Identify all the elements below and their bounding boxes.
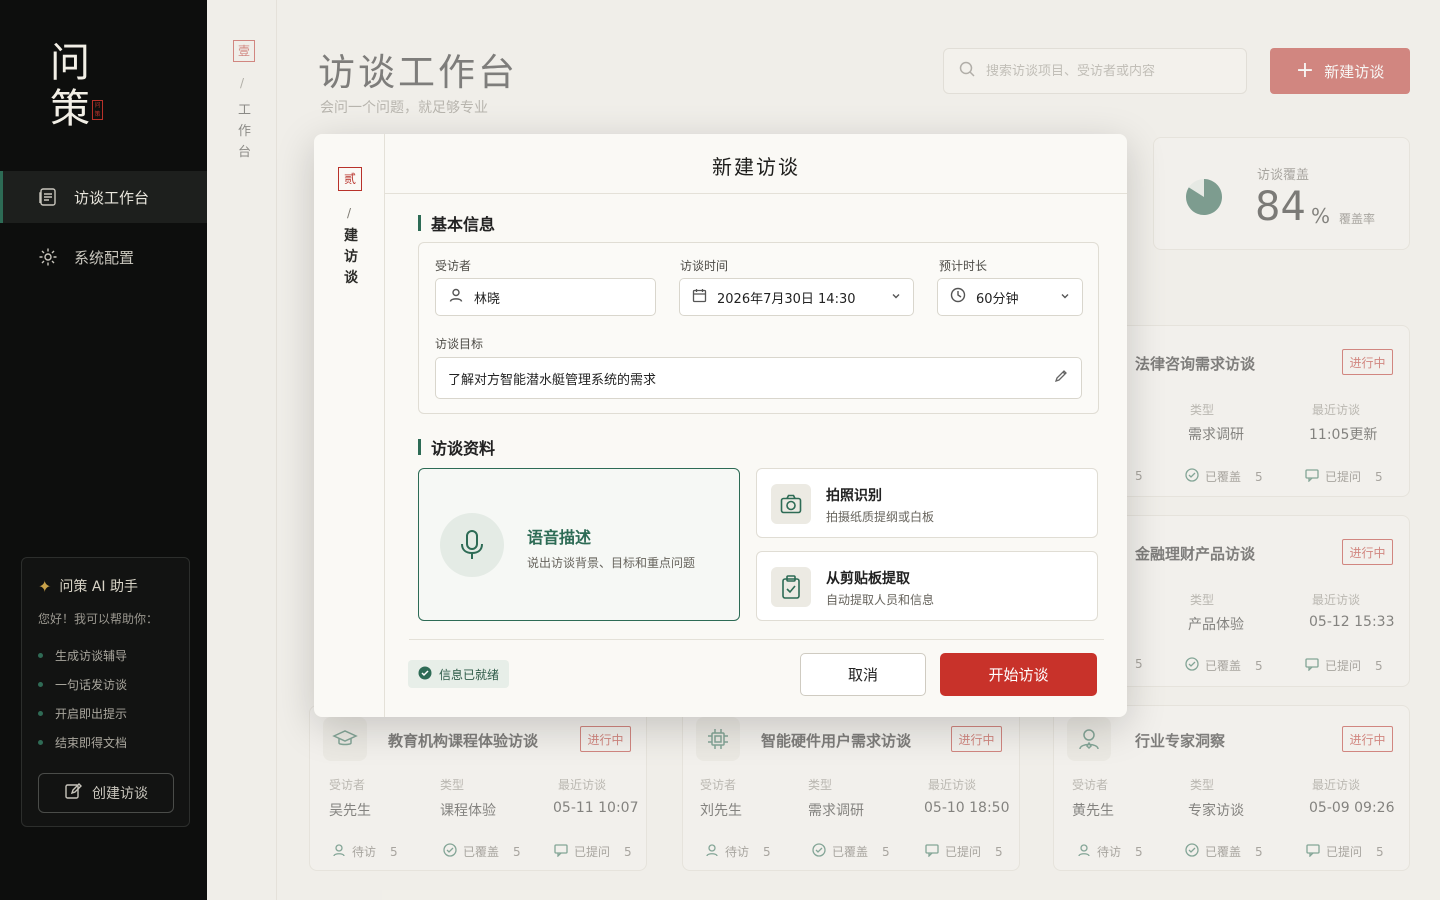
dialog-rail: 贰 / 建访谈 bbox=[314, 134, 385, 717]
photo-option-title: 拍照识别 bbox=[826, 488, 882, 504]
sidebar-item-label: 系统配置 bbox=[74, 248, 135, 267]
sidebar: 问 策 问策 访谈工作台 系统配置 ✦ 问策 AI 助手 您好！我可以帮助你： … bbox=[0, 0, 207, 900]
clipboard-extract-option[interactable]: 从剪贴板提取 自动提取人员和信息 bbox=[756, 551, 1098, 621]
microphone-icon bbox=[440, 513, 504, 577]
document-icon bbox=[38, 187, 58, 207]
brand-logo: 问 策 bbox=[50, 40, 90, 132]
voice-input-option[interactable]: 语音描述 说出访谈背景、目标和重点问题 bbox=[418, 468, 740, 621]
photo-option-desc: 拍摄纸质提纲或白板 bbox=[826, 510, 935, 524]
duration-select[interactable]: 60分钟 bbox=[937, 278, 1083, 316]
voice-option-desc: 说出访谈背景、目标和重点问题 bbox=[527, 556, 696, 570]
gear-icon bbox=[38, 247, 58, 267]
dialog-rail-slash: / bbox=[347, 206, 352, 220]
ai-assistant-title: ✦ 问策 AI 助手 bbox=[38, 576, 173, 596]
camera-icon bbox=[771, 484, 811, 524]
start-interview-button[interactable]: 开始访谈 bbox=[940, 653, 1097, 696]
duration-label: 预计时长 bbox=[939, 259, 988, 273]
logo-char-1: 问 bbox=[50, 40, 90, 86]
clipboard-option-desc: 自动提取人员和信息 bbox=[826, 593, 935, 607]
interviewee-value: 林晓 bbox=[474, 291, 501, 307]
chevron-down-icon bbox=[1060, 290, 1070, 305]
goal-input[interactable]: 了解对方智能潜水艇管理系统的需求 bbox=[435, 357, 1082, 399]
user-icon bbox=[448, 287, 464, 307]
dialog-header: 新建访谈 bbox=[385, 134, 1127, 194]
ai-feature: 结束即得文档 bbox=[38, 728, 173, 757]
goal-value: 了解对方智能潜水艇管理系统的需求 bbox=[448, 372, 657, 388]
ready-status-badge: 信息已就绪 bbox=[408, 660, 510, 688]
time-picker[interactable]: 2026年7月30日 14:30 bbox=[679, 278, 914, 316]
sidebar-item-workbench[interactable]: 访谈工作台 bbox=[0, 171, 207, 223]
clipboard-icon bbox=[771, 567, 811, 607]
section-materials: 访谈资料 bbox=[418, 435, 495, 459]
logo-seal: 问策 bbox=[92, 100, 103, 120]
basic-info-panel: 受访者 林晓 访谈时间 2026年7月30日 14:30 预计时长 60分钟 访… bbox=[418, 242, 1099, 414]
dialog-title: 新建访谈 bbox=[712, 155, 800, 179]
new-interview-dialog: 贰 / 建访谈 新建访谈 基本信息 受访者 林晓 访谈时间 2026年7月30日… bbox=[314, 134, 1127, 717]
pencil-icon[interactable] bbox=[1053, 368, 1069, 388]
ai-create-interview-button[interactable]: 创建访谈 bbox=[38, 773, 174, 813]
edit-icon bbox=[64, 782, 82, 804]
ready-status-text: 信息已就绪 bbox=[439, 667, 500, 682]
time-label: 访谈时间 bbox=[680, 259, 729, 273]
clipboard-option-title: 从剪贴板提取 bbox=[826, 571, 910, 587]
goal-label: 访谈目标 bbox=[435, 337, 484, 351]
ai-title-text: 问策 AI 助手 bbox=[59, 579, 139, 595]
section-title: 访谈资料 bbox=[431, 439, 496, 458]
section-title: 基本信息 bbox=[431, 215, 496, 234]
interviewee-label: 受访者 bbox=[435, 259, 472, 273]
logo-char-2: 策 bbox=[50, 86, 90, 132]
sidebar-item-settings[interactable]: 系统配置 bbox=[0, 231, 207, 283]
footer-divider bbox=[409, 639, 1104, 640]
dialog-seal: 贰 bbox=[338, 167, 362, 191]
calendar-icon bbox=[692, 288, 707, 307]
photo-ocr-option[interactable]: 拍照识别 拍摄纸质提纲或白板 bbox=[756, 468, 1098, 538]
section-basic-info: 基本信息 bbox=[418, 211, 495, 235]
ai-feature: 开启即出提示 bbox=[38, 699, 173, 728]
interviewee-field[interactable]: 林晓 bbox=[435, 278, 656, 316]
sidebar-item-label: 访谈工作台 bbox=[74, 188, 150, 207]
ai-button-label: 创建访谈 bbox=[92, 786, 148, 802]
voice-option-title: 语音描述 bbox=[527, 528, 592, 547]
check-circle-icon bbox=[418, 666, 432, 683]
ai-feature: 生成访谈辅导 bbox=[38, 641, 173, 670]
dialog-rail-label: 建访谈 bbox=[344, 228, 358, 286]
ai-feature-list: 生成访谈辅导 一句话发访谈 开启即出提示 结束即得文档 bbox=[38, 641, 173, 757]
ai-assistant-panel: ✦ 问策 AI 助手 您好！我可以帮助你： 生成访谈辅导 一句话发访谈 开启即出… bbox=[21, 557, 190, 827]
duration-value: 60分钟 bbox=[976, 291, 1019, 307]
sparkle-icon: ✦ bbox=[38, 576, 52, 596]
clock-icon bbox=[950, 287, 966, 307]
ai-feature: 一句话发访谈 bbox=[38, 670, 173, 699]
ai-greeting: 您好！我可以帮助你： bbox=[38, 612, 159, 626]
time-value: 2026年7月30日 14:30 bbox=[717, 291, 856, 307]
cancel-button[interactable]: 取消 bbox=[800, 653, 926, 696]
chevron-down-icon bbox=[891, 290, 901, 305]
